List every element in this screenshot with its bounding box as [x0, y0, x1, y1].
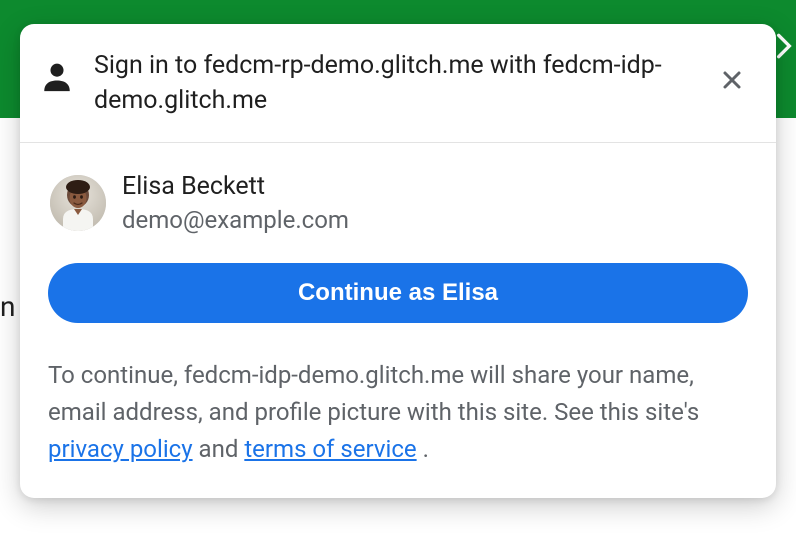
privacy-policy-link[interactable]: privacy policy [48, 435, 193, 463]
account-email: demo@example.com [122, 207, 349, 233]
disclosure-prefix: To continue, fedcm-idp-demo.glitch.me wi… [48, 361, 699, 426]
disclosure-connector: and [199, 435, 245, 463]
account-info: Elisa Beckett demo@example.com [122, 173, 349, 233]
chevron-right-icon [776, 32, 792, 60]
close-button[interactable] [714, 62, 750, 98]
avatar [50, 175, 106, 231]
dialog-header: Sign in to fedcm-rp-demo.glitch.me with … [20, 24, 776, 143]
fedcm-signin-dialog: Sign in to fedcm-rp-demo.glitch.me with … [20, 24, 776, 498]
close-icon [720, 68, 744, 92]
dialog-body: Elisa Beckett demo@example.com Continue … [20, 143, 776, 498]
disclosure-text: To continue, fedcm-idp-demo.glitch.me wi… [48, 357, 748, 469]
continue-button[interactable]: Continue as Elisa [48, 263, 748, 323]
background-text-fragment: n [0, 290, 15, 323]
dialog-title: Sign in to fedcm-rp-demo.glitch.me with … [94, 48, 694, 118]
account-row[interactable]: Elisa Beckett demo@example.com [48, 173, 748, 233]
disclosure-suffix: . [423, 435, 429, 463]
person-icon [40, 60, 74, 94]
terms-of-service-link[interactable]: terms of service [244, 435, 416, 463]
account-name: Elisa Beckett [122, 173, 349, 201]
